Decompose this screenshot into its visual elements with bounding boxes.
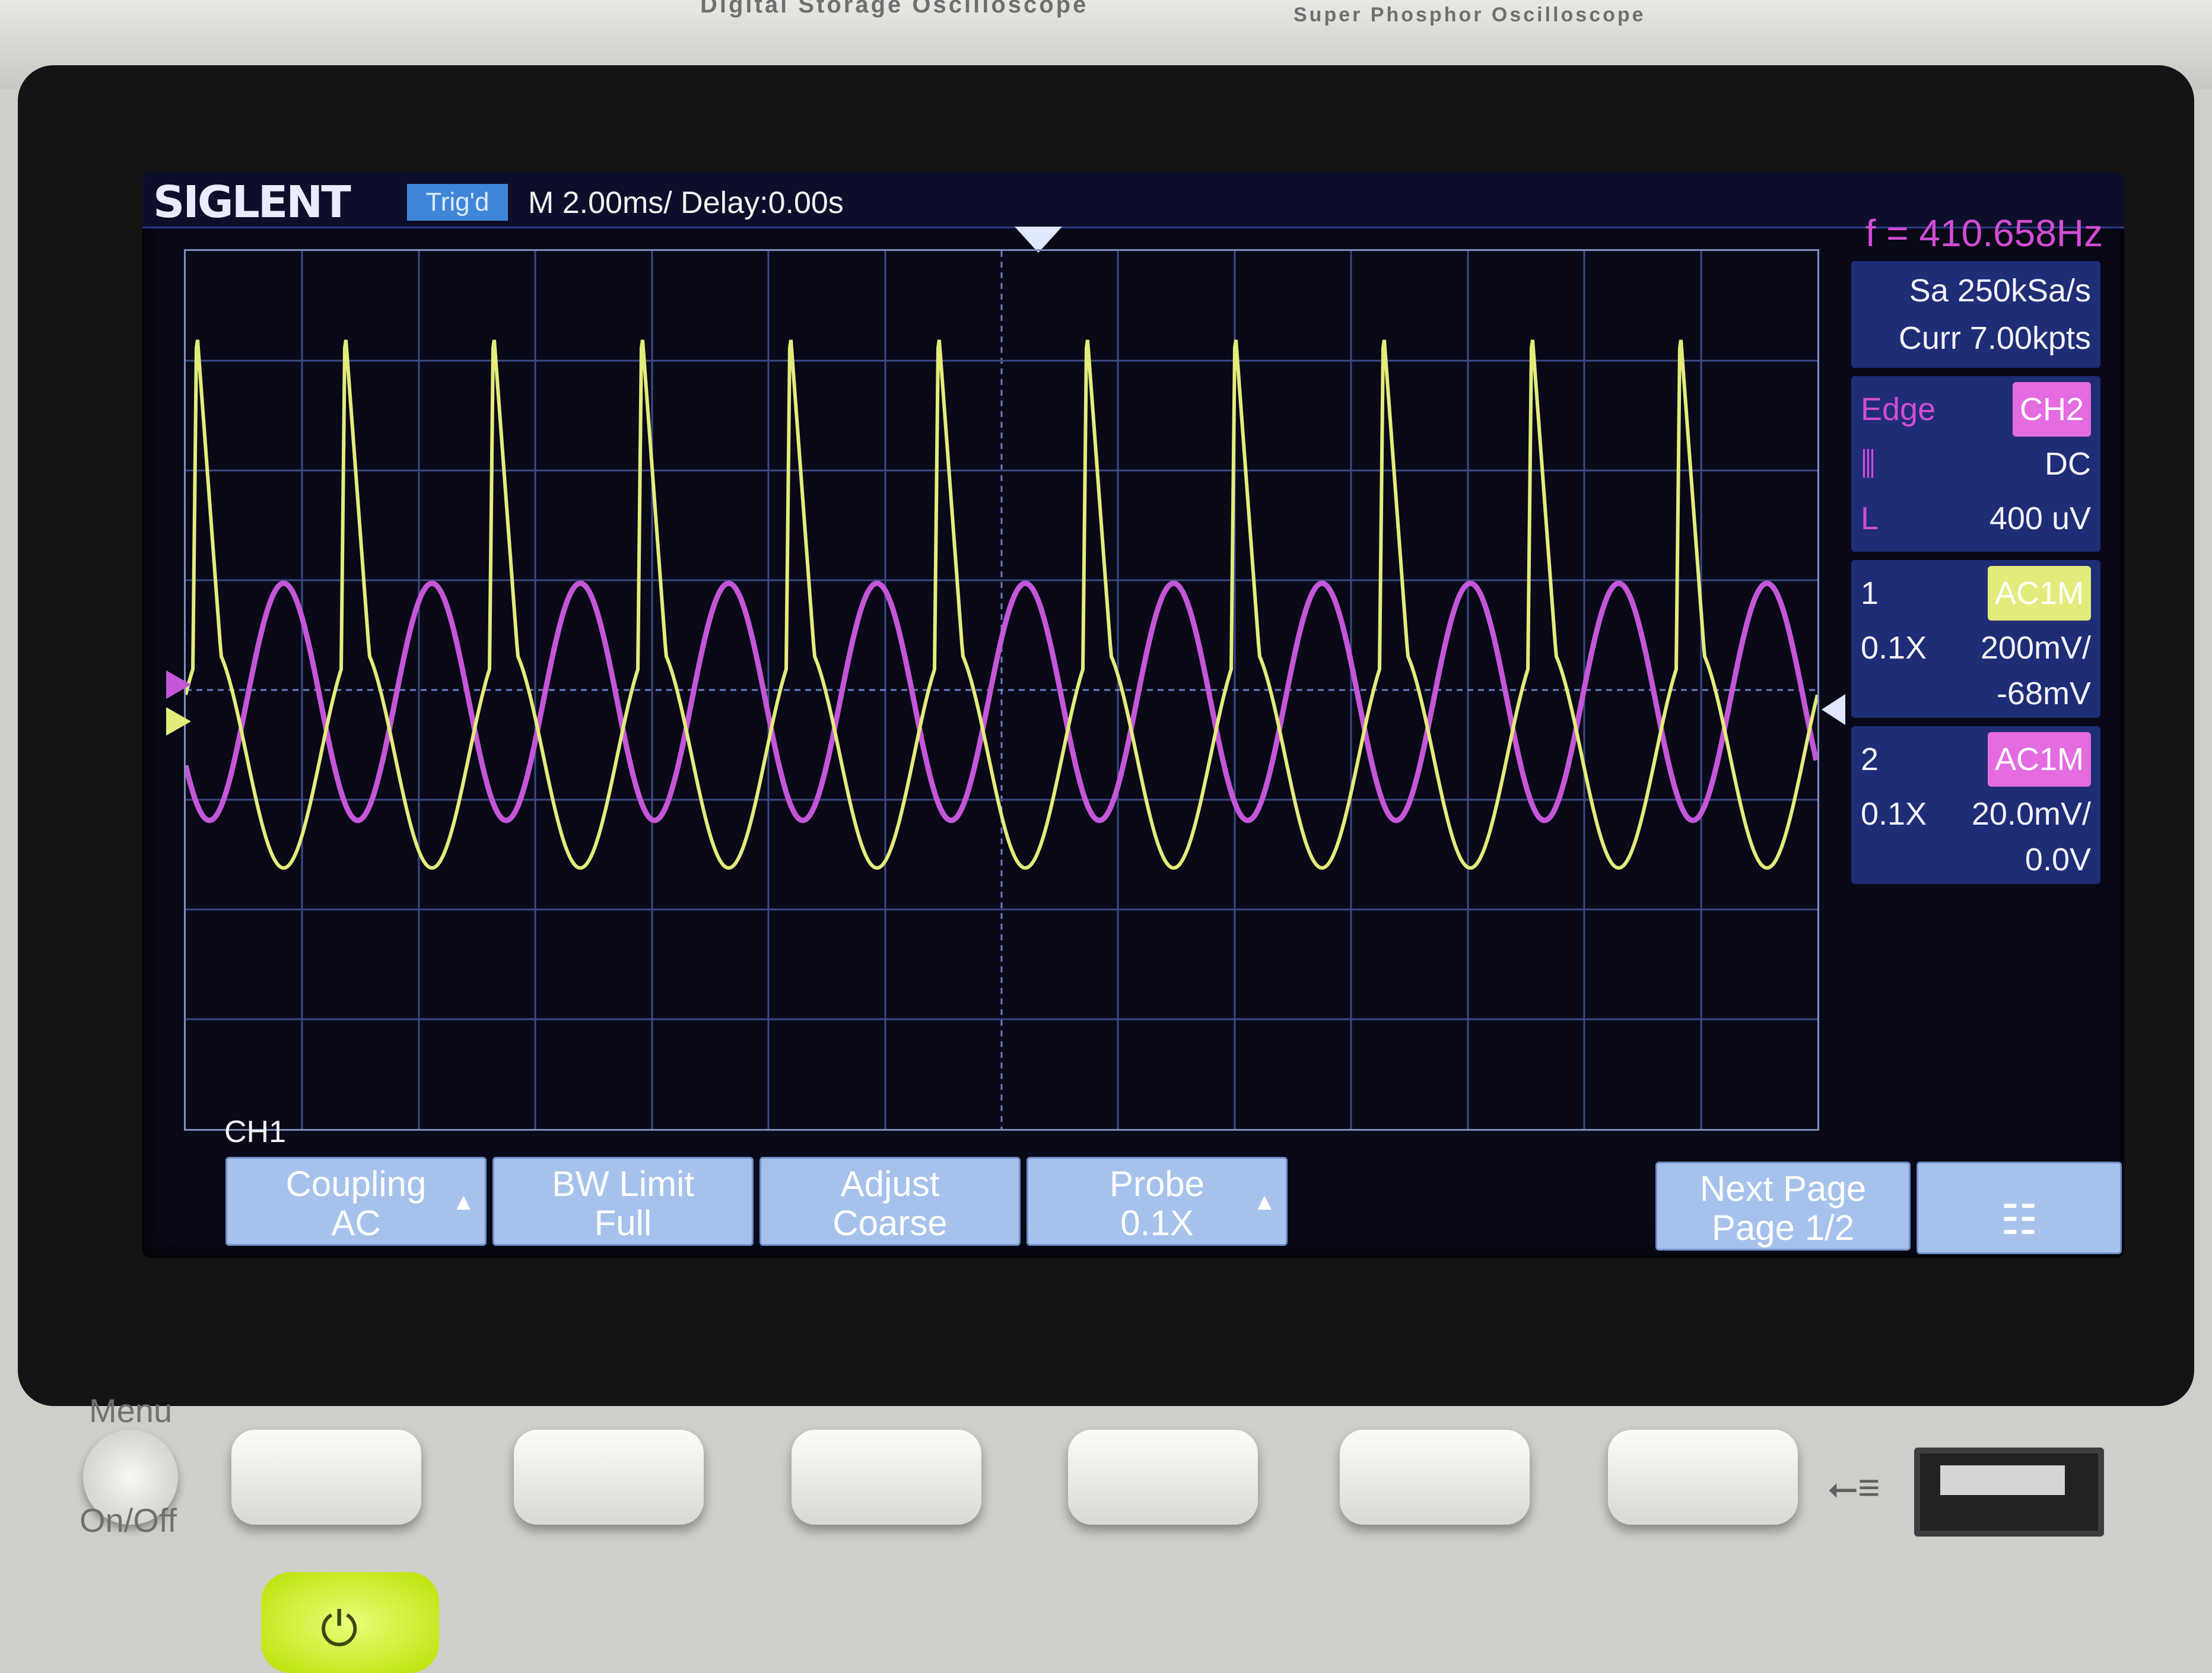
ch1-ground-marker[interactable] <box>166 707 191 736</box>
info-panel: Sa 250kSa/s Curr 7.00kpts Edge CH2 ⫼ DC … <box>1851 261 2100 892</box>
grid-lines <box>186 251 1817 1129</box>
hardware-softkey-5[interactable] <box>1340 1430 1530 1525</box>
softkey-label: Coupling <box>285 1164 427 1204</box>
frequency-readout: f = 410.658Hz <box>1865 212 2103 255</box>
hardware-softkey-4[interactable] <box>1068 1430 1258 1525</box>
trigger-box[interactable]: Edge CH2 ⫼ DC L 400 uV <box>1851 376 2100 552</box>
softkey-value: 0.1X <box>1120 1203 1194 1243</box>
waveform-display <box>186 251 1817 1129</box>
softkey-value: Page 1/2 <box>1711 1208 1855 1248</box>
menu-title: CH1 <box>224 1115 287 1149</box>
softkey-label: Next Page <box>1699 1169 1867 1208</box>
ch2-info-box[interactable]: 2 AC1M 0.1X 20.0mV/ 0.0V <box>1851 726 2100 884</box>
adjust-softkey[interactable]: Adjust Coarse <box>759 1157 1021 1246</box>
softkey-value: Coarse <box>832 1203 948 1243</box>
coupling-softkey[interactable]: Coupling AC ▲ <box>225 1157 487 1246</box>
ch2-offset: 0.0V <box>2025 842 2091 877</box>
softkey-label: Adjust <box>840 1164 940 1204</box>
acquisition-box: Sa 250kSa/s Curr 7.00kpts <box>1851 261 2100 368</box>
usb-icon: ⭠≡ <box>1828 1466 1880 1509</box>
siglent-logo: SIGLENT <box>153 177 351 228</box>
softkey-value: AC <box>331 1203 381 1243</box>
up-arrow-icon: ▲ <box>1253 1189 1276 1215</box>
ch1-probe: 0.1X <box>1861 630 1927 666</box>
oscilloscope-screen: SIGLENT Trig'd M 2.00ms/ Delay:0.00s f =… <box>142 172 2124 1258</box>
ch2-ground-marker[interactable] <box>166 670 191 699</box>
ch2-coupling-tag: AC1M <box>1987 732 2091 787</box>
brand-text-left: Digital Storage Oscilloscope <box>700 0 1089 18</box>
hardware-softkey-3[interactable] <box>792 1430 981 1525</box>
softkey-label: BW Limit <box>552 1164 694 1204</box>
power-icon: ⏻ <box>320 1602 358 1655</box>
trigger-coupling: DC <box>2045 446 2091 482</box>
next-page-softkey[interactable]: Next Page Page 1/2 <box>1655 1162 1911 1251</box>
up-arrow-icon: ▲ <box>452 1189 475 1215</box>
softkey-bar: Coupling AC ▲ BW Limit Full Adjust Coars… <box>225 1157 2122 1254</box>
ch1-scale: 200mV/ <box>1980 630 2091 666</box>
rising-edge-icon: ⫼ <box>1861 446 1876 482</box>
brand-text-right: Super Phosphor Oscilloscope <box>1293 4 1646 26</box>
trigger-level-label: L <box>1861 501 1879 536</box>
ch1-offset: -68mV <box>1996 676 2091 711</box>
ch1-coupling-tag: AC1M <box>1987 566 2091 621</box>
timebase-readout: M 2.00ms/ Delay:0.00s <box>528 186 844 220</box>
network-icon[interactable]: ☷ <box>1917 1162 2122 1254</box>
trigger-type: Edge <box>1861 392 1936 427</box>
sample-rate: Sa 250kSa/s <box>1909 273 2091 308</box>
softkey-label: Probe <box>1109 1164 1205 1204</box>
trigger-status-badge: Trig'd <box>407 184 508 221</box>
ch1-info-box[interactable]: 1 AC1M 0.1X 200mV/ -68mV <box>1851 560 2100 718</box>
bw-limit-softkey[interactable]: BW Limit Full <box>492 1157 754 1246</box>
hardware-softkey-1[interactable] <box>231 1430 421 1525</box>
ch2-scale: 20.0mV/ <box>1971 796 2091 832</box>
probe-softkey[interactable]: Probe 0.1X ▲ <box>1026 1157 1288 1246</box>
softkey-value: Full <box>594 1203 652 1243</box>
status-bar: SIGLENT Trig'd M 2.00ms/ Delay:0.00s f =… <box>142 172 2124 255</box>
ch2-number: 2 <box>1861 742 1879 777</box>
hardware-softkey-2[interactable] <box>514 1430 704 1525</box>
usb-port-inner <box>1940 1465 2065 1495</box>
trigger-level: 400 uV <box>1989 501 2091 536</box>
onoff-label: On/Off <box>80 1502 177 1539</box>
trigger-level-marker[interactable] <box>1822 694 1845 725</box>
ch1-number: 1 <box>1861 575 1879 611</box>
memory-depth: Curr 7.00kpts <box>1898 320 2091 356</box>
hardware-softkey-6[interactable] <box>1608 1430 1798 1525</box>
trigger-source: CH2 <box>2012 382 2091 437</box>
menu-label: Menu <box>89 1392 173 1429</box>
waveform-grid <box>184 249 1819 1131</box>
ch2-probe: 0.1X <box>1861 796 1927 832</box>
